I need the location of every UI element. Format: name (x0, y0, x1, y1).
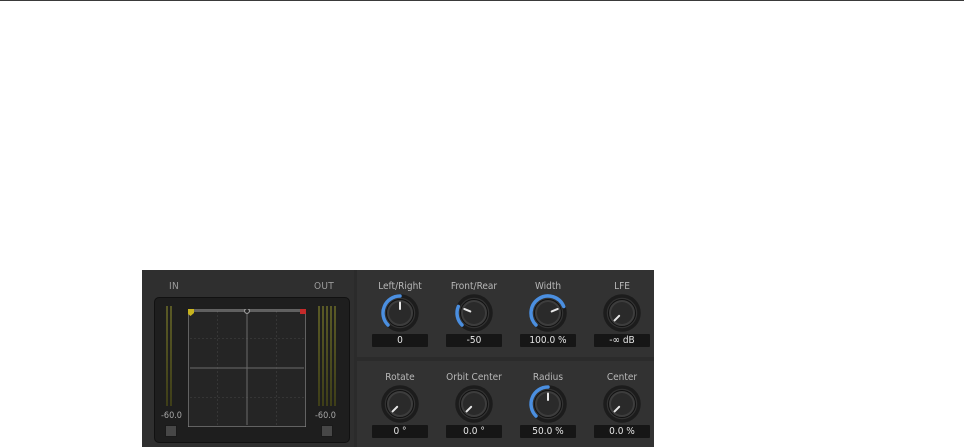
radius-knob[interactable] (528, 384, 568, 424)
output-meter (318, 306, 336, 406)
knob-label: Left/Right (378, 281, 422, 292)
knob-label: Front/Rear (450, 281, 498, 292)
input-meter-value: -60.0 (161, 411, 182, 421)
knob-width: Width 100.0 % (511, 270, 585, 357)
input-meter-reset-button[interactable] (165, 425, 177, 437)
knob-value[interactable]: 50.0 % (520, 425, 576, 438)
front-rear-knob[interactable] (454, 293, 494, 333)
orbit-knob-panel: Rotate 0 ° Orbit Center 0.0 ° Radius 50.… (357, 361, 654, 447)
orbit-center-knob[interactable] (454, 384, 494, 424)
input-label: IN (169, 281, 179, 292)
knob-value[interactable]: 0 (372, 334, 428, 347)
knob-label: LFE (614, 281, 630, 292)
mono-to-stereo-panner-plugin: IN OUT -60.0 -60.0 Left/Right 0 Front/Re… (142, 270, 654, 447)
knob-center: Center 0.0 % (585, 361, 654, 447)
knob-left-right: Left/Right 0 (363, 270, 437, 357)
input-meter (164, 306, 182, 406)
left-right-knob[interactable] (380, 293, 420, 333)
rotate-knob[interactable] (380, 384, 420, 424)
panner-section: IN OUT -60.0 -60.0 (142, 270, 354, 447)
panner-frame: -60.0 -60.0 (154, 297, 350, 443)
knob-value[interactable]: 0.0 % (594, 425, 650, 438)
knob-front-rear: Front/Rear -50 (437, 270, 511, 357)
knob-value[interactable]: 0.0 ° (446, 425, 502, 438)
knob-label: Rotate (385, 372, 415, 383)
knob-value[interactable]: -∞ dB (594, 334, 650, 347)
knob-label: Radius (532, 372, 564, 383)
knob-value[interactable]: 0 ° (372, 425, 428, 438)
knob-lfe: LFE -∞ dB (585, 270, 654, 357)
knob-label: Center (606, 372, 638, 383)
panner-field[interactable] (188, 309, 306, 427)
center-knob[interactable] (602, 384, 642, 424)
lfe-knob[interactable] (602, 293, 642, 333)
main-knob-panel: Left/Right 0 Front/Rear -50 Width 100.0 … (357, 270, 654, 357)
knob-radius: Radius 50.0 % (511, 361, 585, 447)
knob-rotate: Rotate 0 ° (363, 361, 437, 447)
knob-label: Orbit Center (446, 372, 502, 383)
top-divider (0, 0, 964, 1)
knob-value[interactable]: -50 (446, 334, 502, 347)
knob-value[interactable]: 100.0 % (520, 334, 576, 347)
output-meter-reset-button[interactable] (321, 425, 333, 437)
output-meter-value: -60.0 (315, 411, 336, 421)
knob-label: Width (534, 281, 562, 292)
knob-orbit-center: Orbit Center 0.0 ° (437, 361, 511, 447)
width-knob[interactable] (528, 293, 568, 333)
output-label: OUT (314, 281, 335, 292)
right-channel-handle[interactable] (300, 309, 306, 314)
